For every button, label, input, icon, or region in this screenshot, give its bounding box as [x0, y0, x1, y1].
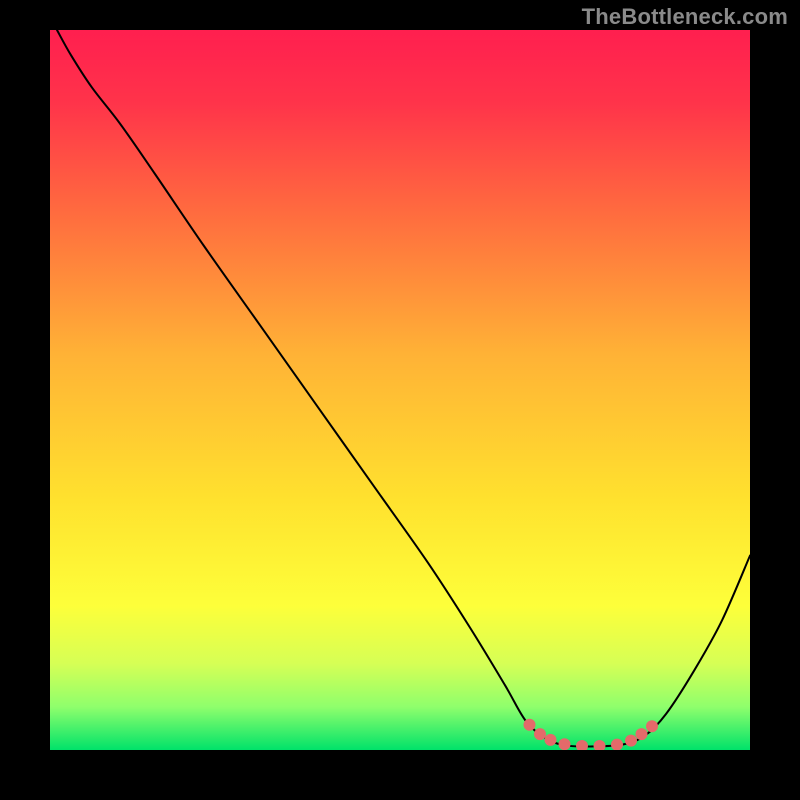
highlight-dot [524, 719, 536, 731]
chart-frame: TheBottleneck.com [0, 0, 800, 800]
bottleneck-chart [50, 30, 750, 750]
highlight-dot [534, 728, 546, 740]
highlight-dot [636, 728, 648, 740]
gradient-background [50, 30, 750, 750]
highlight-dot [559, 738, 571, 750]
highlight-dot [646, 720, 658, 732]
plot-area [50, 30, 750, 750]
watermark-label: TheBottleneck.com [582, 4, 788, 30]
highlight-dot [545, 734, 557, 746]
highlight-dot [625, 735, 637, 747]
